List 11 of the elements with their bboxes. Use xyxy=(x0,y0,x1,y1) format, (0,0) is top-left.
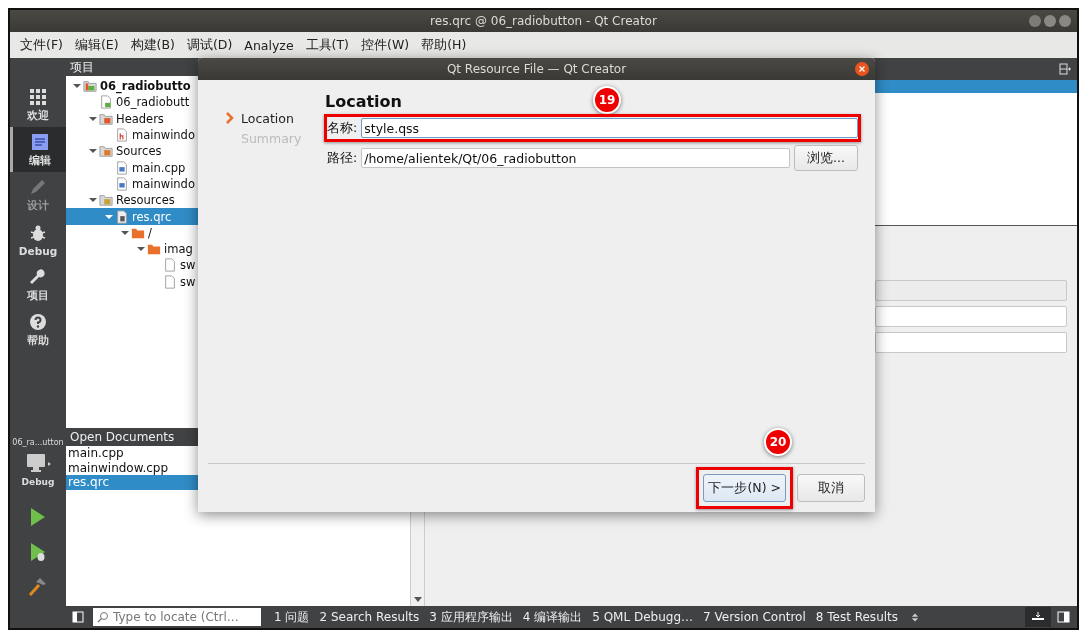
page-heading: Location xyxy=(325,92,402,111)
window-title: res.qrc @ 06_radiobutton - Qt Creator xyxy=(430,14,657,28)
field-label: 路径: xyxy=(327,149,358,167)
field-label: 名称: xyxy=(327,119,358,137)
panel-title: Open Documents xyxy=(70,430,175,444)
dialog-title: Qt Resource File — Qt Creator xyxy=(446,62,627,76)
step-badge: 19 xyxy=(593,86,621,114)
kit-config: Debug xyxy=(21,477,55,487)
step-badge: 20 xyxy=(764,428,792,456)
kit-project: 06_ra...utton xyxy=(12,438,64,447)
panel-title: 项目 xyxy=(70,58,94,76)
